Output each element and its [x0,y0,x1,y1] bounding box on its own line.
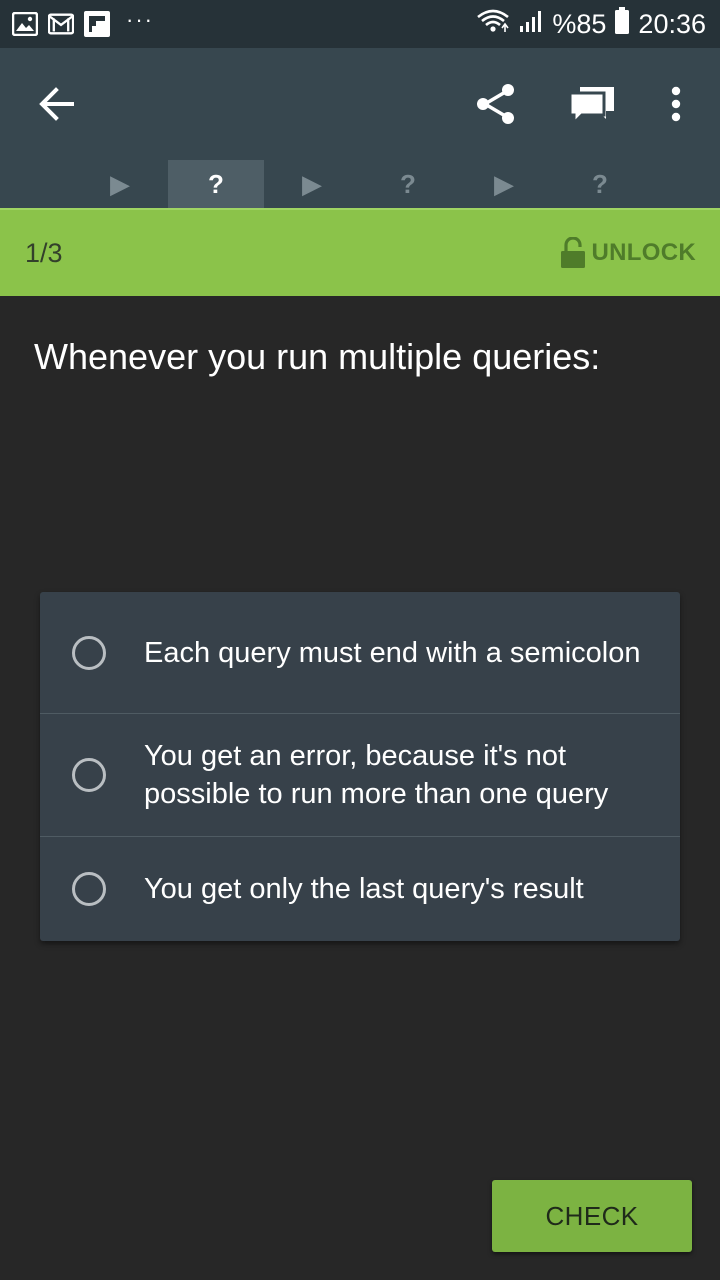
share-icon [477,84,514,124]
answer-option-1[interactable]: Each query must end with a semicolon [40,592,680,714]
battery-percent: %85 [552,8,607,39]
step-5-play[interactable]: ▶ [456,160,552,208]
wifi-icon [476,8,510,41]
step-4-question[interactable]: ? [360,160,456,208]
discussion-button[interactable] [564,76,620,132]
status-bar: ··· %85 20:36 [0,0,720,48]
quiz-progress-bar: 1/3 UNLOCK [0,208,720,296]
answer-option-label: You get an error, because it's not possi… [144,740,609,810]
unlock-button[interactable]: UNLOCK [560,237,696,269]
step-2-question[interactable]: ? [168,160,264,208]
check-button[interactable]: CHECK [492,1180,692,1252]
more-options-button[interactable] [648,76,704,132]
chat-icon [568,87,614,125]
answer-option-2[interactable]: You get an error, because it's not possi… [40,714,680,837]
more-notifications-icon: ··· [126,7,154,32]
share-button[interactable] [468,76,524,132]
answer-options: Each query must end with a semicolon You… [40,592,680,941]
back-arrow-icon [39,87,74,121]
status-system: %85 20:36 [476,6,706,42]
app-bar [0,48,720,160]
lock-open-icon [560,237,585,268]
step-3-play[interactable]: ▶ [264,160,360,208]
lesson-steps: ▶ ? ▶ ? ▶ ? [0,160,720,208]
radio-button[interactable] [72,635,106,670]
unlock-label: UNLOCK [591,239,696,266]
answer-option-label: Each query must end with a semicolon [144,636,641,669]
flipboard-icon [84,11,110,37]
answer-option-label: You get only the last query's result [144,873,584,905]
answer-option-3[interactable]: You get only the last query's result [40,837,680,941]
radio-button[interactable] [72,758,106,792]
radio-button[interactable] [72,872,106,906]
battery-icon [614,6,630,42]
gmail-icon [48,11,74,37]
step-1-play[interactable]: ▶ [72,160,168,208]
question-counter: 1/3 [25,237,63,268]
back-button[interactable] [28,76,84,132]
signal-icon [518,8,544,41]
step-6-question[interactable]: ? [552,160,648,208]
question-text: Whenever you run multiple queries: [34,336,601,377]
more-vertical-icon [671,86,681,122]
status-notifications: ··· [12,7,154,37]
status-time: 20:36 [638,8,706,39]
gallery-icon [12,11,38,37]
